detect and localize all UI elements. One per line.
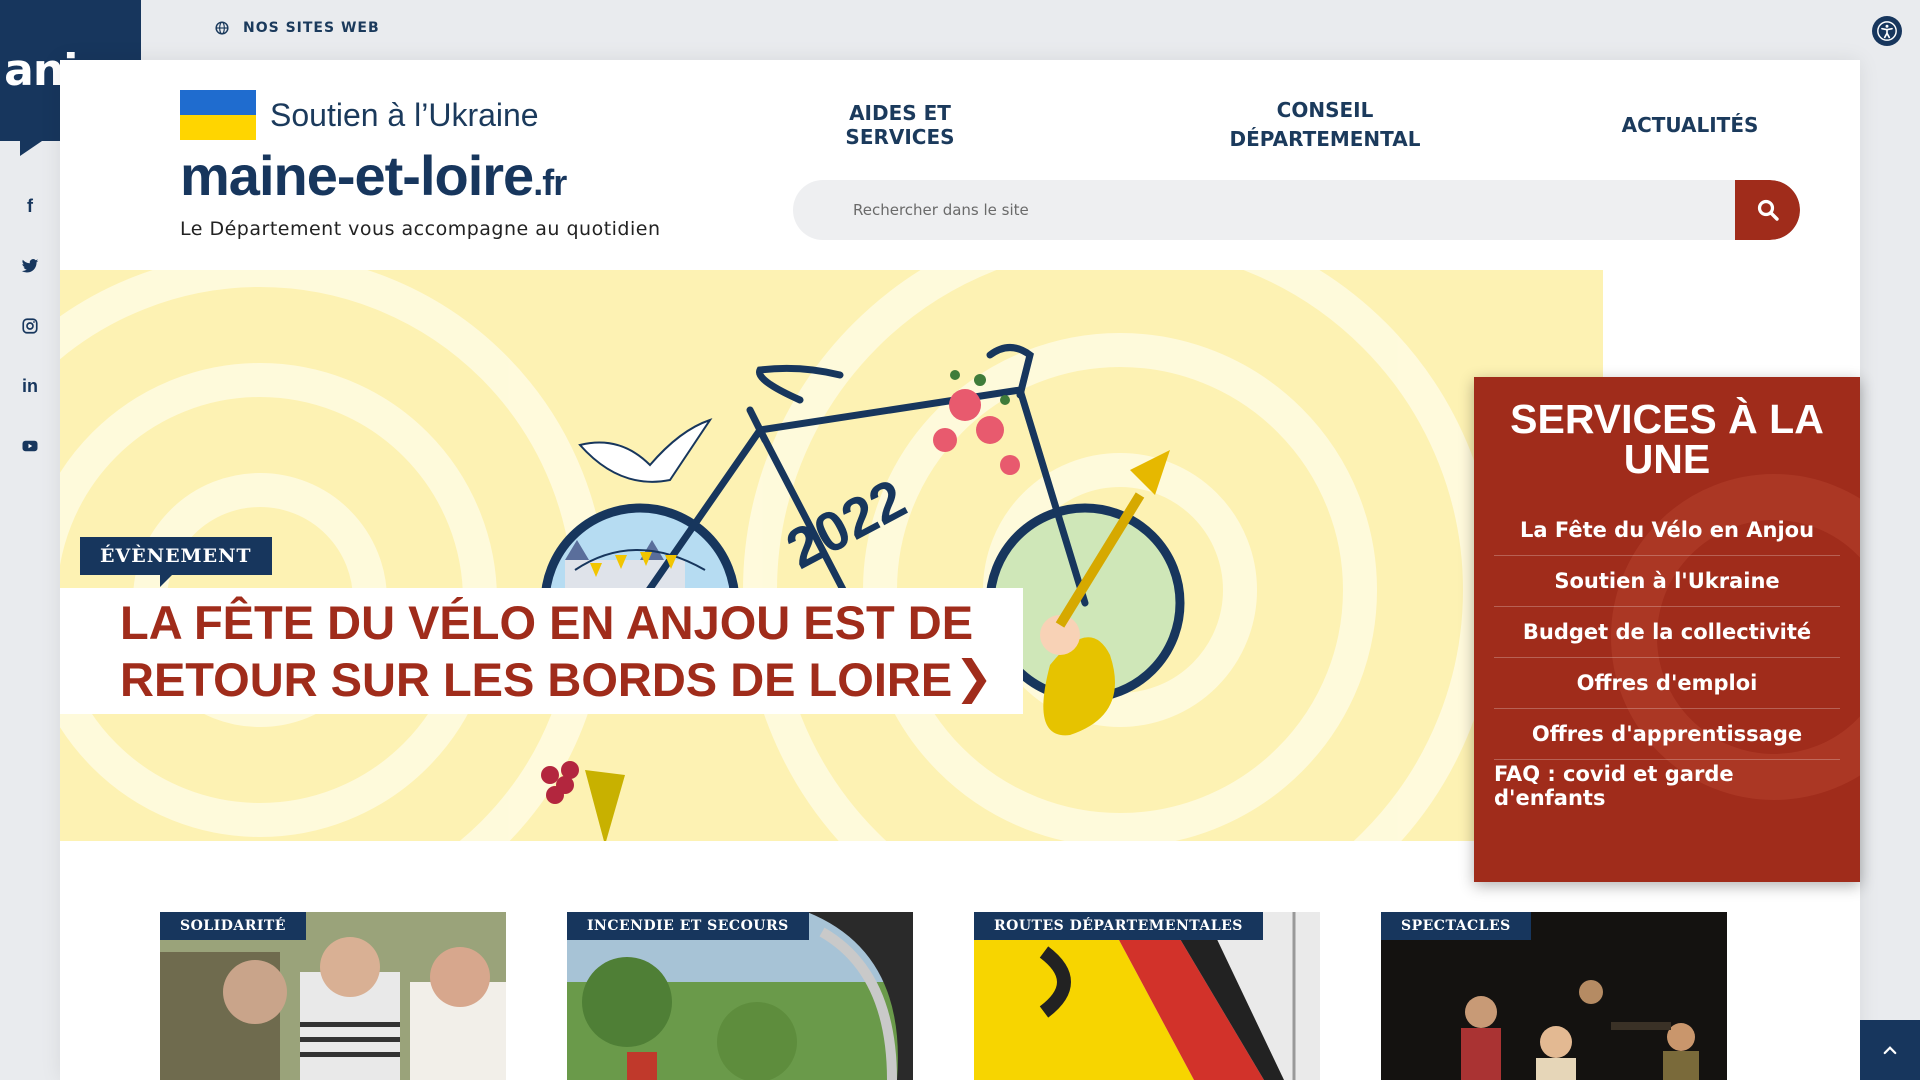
linkedin-icon[interactable]: in — [0, 356, 60, 416]
card-tag: SOLIDARITÉ — [160, 912, 306, 940]
card-solidarite[interactable]: SOLIDARITÉ — [160, 912, 506, 1080]
nav-actualites[interactable]: ACTUALITÉS — [1590, 113, 1790, 137]
instagram-icon[interactable] — [0, 296, 60, 356]
nos-sites-web-link[interactable]: NOS SITES WEB — [215, 20, 380, 36]
services-a-la-une: SERVICES À LA UNE La Fête du Vélo en Anj… — [1474, 377, 1860, 882]
card-tag: ROUTES DÉPARTEMENTALES — [974, 912, 1263, 940]
card-tag: SPECTACLES — [1381, 912, 1531, 940]
hero-illustration: 2022 — [60, 270, 1497, 841]
site-logo[interactable]: maine-et-loire.fr — [180, 148, 661, 204]
search-button[interactable] — [1735, 180, 1800, 240]
nav-aides-et-services[interactable]: AIDES ET SERVICES — [800, 101, 1000, 149]
facebook-icon[interactable]: f — [0, 176, 60, 236]
main-navigation: AIDES ET SERVICES CONSEIL DÉPARTEMENTAL … — [800, 96, 1840, 154]
hero-title-box[interactable]: LA FÊTE DU VÉLO EN ANJOU EST DE RETOUR S… — [60, 588, 1023, 714]
accessibility-button[interactable] — [1872, 16, 1902, 46]
ukraine-flag — [180, 90, 256, 140]
youtube-icon[interactable] — [0, 416, 60, 476]
accessibility-icon — [1877, 21, 1897, 41]
service-item-offres-emploi[interactable]: Offres d'emploi — [1494, 658, 1840, 709]
search-icon — [1757, 199, 1779, 221]
logo-tail — [20, 141, 42, 156]
ukraine-label: Soutien à l’Ukraine — [270, 96, 539, 133]
twitter-icon[interactable] — [0, 236, 60, 296]
nos-sites-web-label: NOS SITES WEB — [243, 20, 380, 36]
card-spectacles[interactable]: SPECTACLES — [1381, 912, 1727, 1080]
service-item-soutien-ukraine[interactable]: Soutien à l'Ukraine — [1494, 556, 1840, 607]
back-to-top-button[interactable] — [1860, 1020, 1920, 1080]
hero-banner[interactable]: 2022 ÉVÈNEMENT LA FÊTE DU VÉLO EN ANJOU … — [60, 270, 1603, 841]
chevron-right-icon: ❯ — [954, 650, 993, 704]
chevron-up-icon — [1883, 1046, 1897, 1055]
hero-category-tag: ÉVÈNEMENT — [80, 537, 272, 587]
site-tagline: Le Département vous accompagne au quotid… — [180, 218, 661, 240]
globe-icon — [215, 21, 229, 35]
nav-conseil-departemental[interactable]: CONSEIL DÉPARTEMENTAL — [1215, 96, 1435, 154]
hero-title[interactable]: LA FÊTE DU VÉLO EN ANJOU EST DE RETOUR S… — [120, 594, 1003, 708]
search-input[interactable] — [793, 180, 1735, 240]
topic-cards: SOLIDARITÉ INCENDIE ET SECOURS ROUTES DÉ… — [160, 912, 1727, 1080]
services-list: La Fête du Vélo en Anjou Soutien à l'Ukr… — [1474, 505, 1860, 811]
services-title: SERVICES À LA UNE — [1510, 396, 1824, 482]
service-item-fete-du-velo[interactable]: La Fête du Vélo en Anjou — [1494, 505, 1840, 556]
social-links: f in — [0, 176, 60, 476]
search-bar — [793, 180, 1800, 240]
service-item-offres-apprentissage[interactable]: Offres d'apprentissage — [1494, 709, 1840, 760]
card-routes-departementales[interactable]: ROUTES DÉPARTEMENTALES — [974, 912, 1320, 1080]
site-header: Soutien à l’Ukraine maine-et-loire.fr Le… — [180, 90, 661, 240]
ukraine-banner-link[interactable]: Soutien à l’Ukraine — [180, 90, 661, 140]
service-item-faq-covid[interactable]: FAQ : covid et garde d'enfants — [1494, 760, 1840, 811]
card-incendie-et-secours[interactable]: INCENDIE ET SECOURS — [567, 912, 913, 1080]
card-tag: INCENDIE ET SECOURS — [567, 912, 809, 940]
service-item-budget[interactable]: Budget de la collectivité — [1494, 607, 1840, 658]
